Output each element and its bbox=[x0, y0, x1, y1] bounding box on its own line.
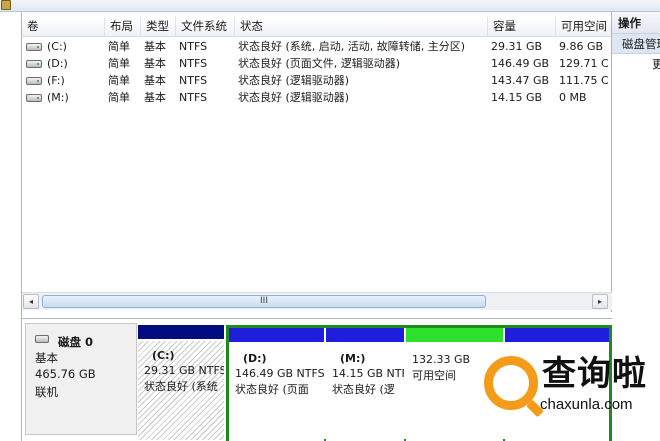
volume-name: (M:) bbox=[47, 91, 69, 104]
partition-bar bbox=[505, 328, 609, 342]
volume-layout: 简单 bbox=[108, 57, 130, 70]
volume-free-space: 129.71 C bbox=[559, 57, 609, 70]
volume-name: (F:) bbox=[47, 74, 65, 87]
partition-status: 状态良好 (页面 bbox=[235, 383, 309, 396]
column-header-capacity[interactable]: 容量 bbox=[488, 17, 556, 37]
volume-list-header: 卷 布局 类型 文件系统 状态 容量 可用空间 bbox=[22, 17, 611, 37]
title-strip bbox=[0, 0, 660, 12]
volume-status: 状态良好 (系统, 启动, 活动, 故障转储, 主分区) bbox=[238, 40, 466, 53]
partition-bar bbox=[229, 328, 324, 342]
watermark-brand: 查询啦 bbox=[542, 354, 647, 394]
partition-body: (D:) 146.49 GB NTFS 状态良好 (页面 bbox=[229, 344, 324, 441]
partition-body: (M:) 14.15 GB NTFS 状态良好 (逻 bbox=[326, 344, 404, 441]
watermark-logo-icon bbox=[484, 356, 538, 410]
partition-m[interactable]: (M:) 14.15 GB NTFS 状态良好 (逻 bbox=[326, 328, 404, 441]
volume-free-space: 111.75 C bbox=[559, 74, 609, 87]
horizontal-scrollbar[interactable]: ◂ III ▸ bbox=[22, 292, 612, 310]
partition-body: (C:) 29.31 GB NTFS 状态良好 (系统 bbox=[138, 341, 224, 440]
scroll-left-button[interactable]: ◂ bbox=[23, 294, 39, 309]
column-header-status[interactable]: 状态 bbox=[235, 17, 488, 37]
volume-layout: 简单 bbox=[108, 74, 130, 87]
partition-name: (D:) bbox=[243, 352, 267, 365]
volume-type: 基本 bbox=[144, 74, 166, 87]
disk-0-label[interactable]: 磁盘 0 基本 465.76 GB 联机 bbox=[25, 323, 137, 435]
column-header-filesystem[interactable]: 文件系统 bbox=[176, 17, 235, 37]
more-actions-link[interactable]: 更多操作 bbox=[612, 54, 660, 74]
partition-size: 14.15 GB NTFS bbox=[332, 367, 404, 380]
volume-filesystem: NTFS bbox=[179, 74, 208, 87]
partition-name: (M:) bbox=[340, 352, 366, 365]
column-header-volume[interactable]: 卷 bbox=[22, 17, 105, 37]
app-icon bbox=[1, 0, 11, 10]
volume-free-space: 9.86 GB bbox=[559, 40, 604, 53]
partition-size: 29.31 GB NTFS bbox=[144, 364, 224, 377]
volume-capacity: 146.49 GB bbox=[491, 57, 550, 70]
volume-capacity: 29.31 GB bbox=[491, 40, 543, 53]
volume-name: (D:) bbox=[47, 57, 68, 70]
volume-status: 状态良好 (逻辑驱动器) bbox=[238, 91, 350, 104]
volume-status: 状态良好 (逻辑驱动器) bbox=[238, 74, 350, 87]
partition-name: (C:) bbox=[152, 349, 175, 362]
drive-icon bbox=[26, 94, 42, 102]
drive-icon bbox=[26, 43, 42, 51]
partition-status: 状态良好 (系统 bbox=[144, 380, 218, 393]
volume-filesystem: NTFS bbox=[179, 91, 208, 104]
disk-icon bbox=[35, 335, 49, 343]
partition-c[interactable]: (C:) 29.31 GB NTFS 状态良好 (系统 bbox=[138, 325, 224, 440]
volume-type: 基本 bbox=[144, 91, 166, 104]
column-header-free-space[interactable]: 可用空间 bbox=[556, 17, 611, 37]
volume-type: 基本 bbox=[144, 57, 166, 70]
disk-name: 磁盘 0 bbox=[58, 335, 94, 349]
partition-d[interactable]: (D:) 146.49 GB NTFS 状态良好 (页面 bbox=[229, 328, 324, 441]
column-header-layout[interactable]: 布局 bbox=[105, 17, 141, 37]
watermark-domain: chaxunla.com bbox=[540, 396, 633, 413]
volume-type: 基本 bbox=[144, 40, 166, 53]
volume-row[interactable]: (C:) 简单 基本 NTFS 状态良好 (系统, 启动, 活动, 故障转储, … bbox=[22, 38, 611, 55]
volume-capacity: 143.47 GB bbox=[491, 74, 550, 87]
navigation-pane[interactable] bbox=[0, 12, 22, 441]
disk-size: 465.76 GB bbox=[35, 367, 96, 381]
volume-name: (C:) bbox=[47, 40, 67, 53]
volume-capacity: 14.15 GB bbox=[491, 91, 543, 104]
partition-bar bbox=[138, 325, 224, 339]
column-header-type[interactable]: 类型 bbox=[141, 17, 176, 37]
disk-status: 联机 bbox=[35, 385, 58, 399]
volume-status: 状态良好 (页面文件, 逻辑驱动器) bbox=[238, 57, 401, 70]
drive-icon bbox=[26, 60, 42, 68]
volume-row[interactable]: (F:) 简单 基本 NTFS 状态良好 (逻辑驱动器) 143.47 GB 1… bbox=[22, 72, 611, 89]
scroll-right-button[interactable]: ▸ bbox=[592, 294, 608, 309]
volume-filesystem: NTFS bbox=[179, 40, 208, 53]
volume-row[interactable]: (M:) 简单 基本 NTFS 状态良好 (逻辑驱动器) 14.15 GB 0 … bbox=[22, 89, 611, 106]
volume-layout: 简单 bbox=[108, 40, 130, 53]
actions-header: 操作 bbox=[612, 12, 660, 34]
scroll-thumb[interactable]: III bbox=[42, 295, 486, 308]
disk-type: 基本 bbox=[35, 351, 58, 365]
drive-icon bbox=[26, 77, 42, 85]
partition-status: 状态良好 (逻 bbox=[332, 383, 395, 396]
partition-bar bbox=[326, 328, 404, 342]
partition-size: 146.49 GB NTFS bbox=[235, 367, 324, 380]
disk-management-window: 卷 布局 类型 文件系统 状态 容量 可用空间 (C:) 简单 基本 NTFS … bbox=[0, 0, 660, 441]
volume-filesystem: NTFS bbox=[179, 57, 208, 70]
actions-section-disk-management[interactable]: 磁盘管理 bbox=[612, 34, 660, 54]
volume-layout: 简单 bbox=[108, 91, 130, 104]
partition-bar bbox=[406, 328, 503, 342]
volume-list: 卷 布局 类型 文件系统 状态 容量 可用空间 (C:) 简单 基本 NTFS … bbox=[22, 12, 612, 312]
volume-free-space: 0 MB bbox=[559, 91, 587, 104]
watermark: 查询啦 chaxunla.com bbox=[478, 344, 660, 441]
volume-row[interactable]: (D:) 简单 基本 NTFS 状态良好 (页面文件, 逻辑驱动器) 146.4… bbox=[22, 55, 611, 72]
